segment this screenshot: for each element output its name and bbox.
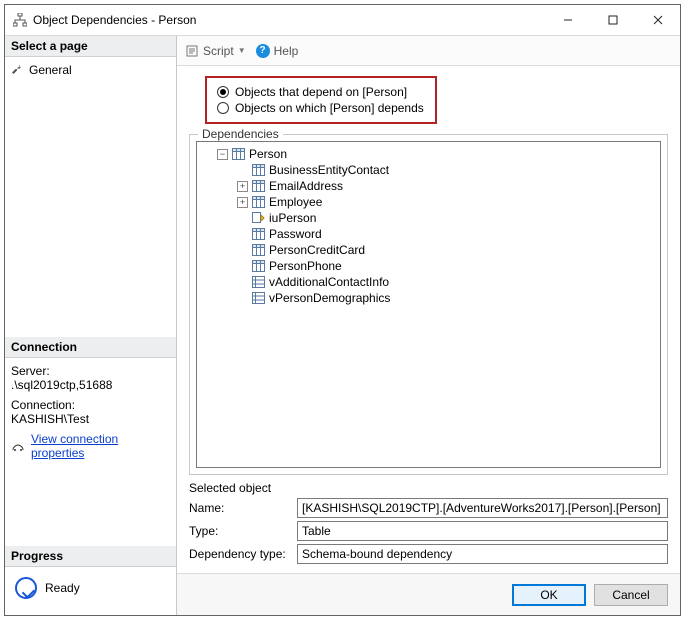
dependency-direction-group: Objects that depend on [Person] Objects … — [205, 76, 437, 124]
tree-item[interactable]: PersonCreditCard — [237, 242, 654, 258]
dependency-tree[interactable]: − Person BusinessEntityContact + EmailAdd… — [196, 141, 661, 468]
name-field[interactable]: [KASHISH\SQL2019CTP].[AdventureWorks2017… — [297, 498, 668, 518]
maximize-button[interactable] — [590, 5, 635, 35]
tree-item-label: PersonPhone — [269, 259, 342, 273]
table-icon — [252, 228, 265, 240]
script-icon — [185, 44, 199, 58]
chevron-down-icon: ▼ — [238, 46, 246, 55]
tree-item[interactable]: BusinessEntityContact — [237, 162, 654, 178]
cancel-button[interactable]: Cancel — [594, 584, 668, 606]
connection-header: Connection — [5, 337, 176, 358]
tree-root-label: Person — [249, 147, 287, 161]
tree-item[interactable]: Password — [237, 226, 654, 242]
tree-item[interactable]: vAdditionalContactInfo — [237, 274, 654, 290]
dependency-type-field[interactable]: Schema-bound dependency — [297, 544, 668, 564]
type-label: Type: — [189, 524, 297, 538]
tree-item-label: vPersonDemographics — [269, 291, 390, 305]
connection-value: KASHISH\Test — [11, 412, 170, 426]
tree-item[interactable]: vPersonDemographics — [237, 290, 654, 306]
help-button[interactable]: ? Help — [256, 44, 299, 58]
toolbar: Script ▼ ? Help — [177, 36, 680, 66]
progress-header: Progress — [5, 546, 176, 567]
tree-item-label: Employee — [269, 195, 322, 209]
table-icon — [252, 244, 265, 256]
radio-depends-label: Objects on which [Person] depends — [235, 101, 424, 115]
dialog-footer: OK Cancel — [177, 573, 680, 615]
tree-item-label: vAdditionalContactInfo — [269, 275, 389, 289]
connection-info: Server: .\sql2019ctp,51688 Connection: K… — [5, 358, 176, 464]
page-list: General — [5, 57, 176, 337]
view-connection-properties[interactable]: View connection properties — [11, 432, 170, 460]
table-icon — [252, 260, 265, 272]
table-icon — [252, 196, 265, 208]
close-button[interactable] — [635, 5, 680, 35]
dialog-window: Object Dependencies - Person Select a pa… — [4, 4, 681, 616]
view-icon — [252, 276, 265, 288]
script-dropdown[interactable]: Script ▼ — [185, 44, 246, 58]
table-icon — [252, 180, 265, 192]
type-field[interactable]: Table — [297, 521, 668, 541]
radio-depend-on[interactable]: Objects that depend on [Person] — [217, 84, 425, 100]
server-label: Server: — [11, 364, 170, 378]
connection-label: Connection: — [11, 398, 170, 412]
collapse-icon[interactable]: − — [217, 149, 228, 160]
server-value: .\sql2019ctp,51688 — [11, 378, 170, 392]
progress-ready-icon — [15, 577, 37, 599]
left-pane: Select a page General Connection Server:… — [5, 36, 177, 615]
tree-root[interactable]: − Person — [217, 146, 654, 162]
titlebar: Object Dependencies - Person — [5, 5, 680, 35]
help-icon: ? — [256, 44, 270, 58]
tree-item-label: Password — [269, 227, 322, 241]
table-icon — [232, 148, 245, 160]
radio-depends[interactable]: Objects on which [Person] depends — [217, 100, 425, 116]
tree-item-label: BusinessEntityContact — [269, 163, 389, 177]
selected-object-details: Selected object Name: [KASHISH\SQL2019CT… — [189, 481, 668, 567]
selected-object-label: Selected object — [189, 481, 668, 495]
expand-icon[interactable]: + — [237, 197, 248, 208]
tree-item[interactable]: iuPerson — [237, 210, 654, 226]
script-label: Script — [203, 44, 234, 58]
progress-area: Ready — [5, 567, 176, 615]
tree-item-label: iuPerson — [269, 211, 316, 225]
help-label: Help — [274, 44, 299, 58]
name-label: Name: — [189, 501, 297, 515]
dependencies-icon — [13, 13, 27, 27]
main-content: Objects that depend on [Person] Objects … — [177, 66, 680, 573]
view-connection-properties-link[interactable]: View connection properties — [31, 432, 170, 460]
dialog-body: Select a page General Connection Server:… — [5, 35, 680, 615]
trigger-icon — [252, 212, 265, 224]
table-icon — [252, 164, 265, 176]
radio-icon — [217, 86, 229, 98]
view-icon — [252, 292, 265, 304]
page-general-label: General — [29, 63, 72, 77]
minimize-button[interactable] — [545, 5, 590, 35]
tree-item[interactable]: PersonPhone — [237, 258, 654, 274]
wrench-icon — [11, 64, 23, 76]
tree-item-label: EmailAddress — [269, 179, 343, 193]
radio-depend-on-label: Objects that depend on [Person] — [235, 85, 407, 99]
dependencies-fieldset: Dependencies − Person BusinessEntityCont… — [189, 134, 668, 475]
tree-item[interactable]: + Employee — [237, 194, 654, 210]
connection-status-icon — [11, 440, 25, 452]
dependency-type-label: Dependency type: — [189, 547, 297, 561]
window-title: Object Dependencies - Person — [33, 13, 545, 27]
select-page-header: Select a page — [5, 36, 176, 57]
tree-item-label: PersonCreditCard — [269, 243, 365, 257]
expand-icon[interactable]: + — [237, 181, 248, 192]
radio-icon — [217, 102, 229, 114]
ok-button[interactable]: OK — [512, 584, 586, 606]
progress-status: Ready — [45, 581, 80, 595]
right-pane: Script ▼ ? Help Objects that depend on [… — [177, 36, 680, 615]
dependencies-legend: Dependencies — [198, 127, 283, 141]
page-general[interactable]: General — [11, 61, 170, 79]
tree-item[interactable]: + EmailAddress — [237, 178, 654, 194]
